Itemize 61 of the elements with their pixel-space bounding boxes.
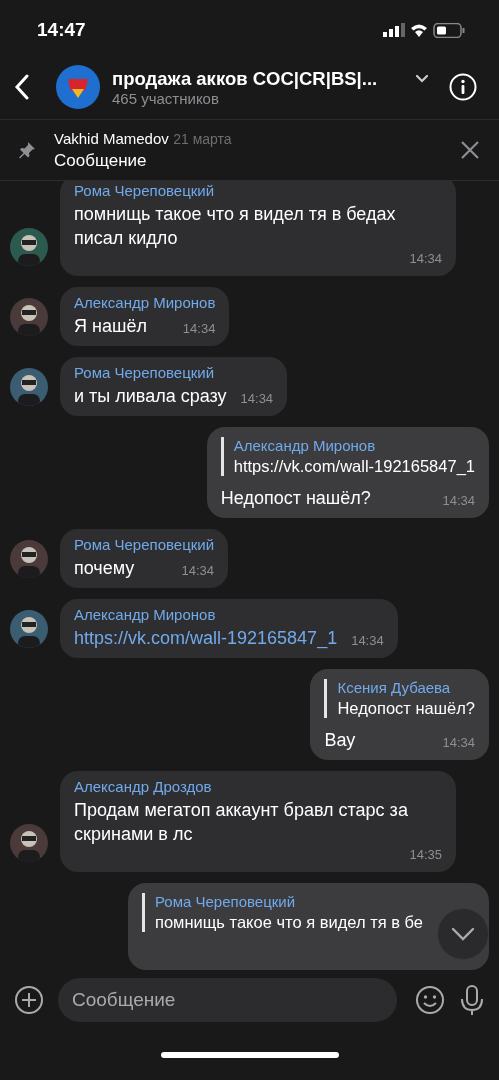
chevron-down-icon[interactable] xyxy=(415,74,429,83)
message-input[interactable]: Сообщение xyxy=(58,978,397,1022)
chevron-down-icon xyxy=(451,927,475,941)
member-count: 465 участников xyxy=(112,89,220,107)
message-bubble[interactable]: Рома Череповецкий почему 14:34 xyxy=(60,529,229,588)
message-bubble[interactable]: Рома Череповецкий помнищь такое что я видел тя в бедах писал кидло 14:34 xyxy=(60,181,456,276)
message-time: 14:34 xyxy=(180,562,215,580)
message-time: 14:34 xyxy=(441,492,475,510)
message-text: Я нашёл xyxy=(74,315,147,338)
close-icon[interactable] xyxy=(461,141,479,159)
pinned-date: 21 марта xyxy=(173,130,232,147)
emoji-icon[interactable] xyxy=(415,985,445,1015)
pinned-author: Vakhid Mamedov xyxy=(54,129,169,147)
signal-icon xyxy=(383,23,405,37)
battery-icon xyxy=(433,22,465,38)
message-bubble[interactable]: Александр Миронов https://vk.com/wall-192165847_1 14:34 xyxy=(60,599,398,658)
message-time: 14:34 xyxy=(239,390,274,408)
message-time: 14:34 xyxy=(181,320,216,338)
sender-name[interactable]: Александр Дроздов xyxy=(74,778,442,795)
message-bubble[interactable]: Александр Дроздов Продам мегатоп аккаунт бравл старс за скринами в лс 14:35 xyxy=(60,771,456,872)
sender-name[interactable]: Рома Череповецкий xyxy=(74,536,215,553)
sender-name[interactable]: Рома Череповецкий xyxy=(74,364,274,381)
message-time: 14:34 xyxy=(408,250,442,268)
chat-title[interactable]: продажа акков COC|CR|BS|... xyxy=(112,67,378,90)
sender-name[interactable]: Александр Миронов xyxy=(74,294,216,311)
message-text: и ты ливала сразу xyxy=(74,385,227,408)
message-bubble[interactable]: Ксения Дубаева Недопост нашёл? Вау 14:34 xyxy=(310,669,489,760)
info-icon[interactable] xyxy=(449,73,477,101)
message-bubble[interactable]: Рома Череповецкий и ты ливала сразу 14:34 xyxy=(60,357,288,416)
reply-quote[interactable]: Александр Миронов https://vk.com/wall-192165847_1 xyxy=(220,437,475,476)
message-bubble[interactable]: Александр Миронов https://vk.com/wall-192165847_1 Недопост нашёл? 14:34 xyxy=(206,427,489,518)
add-icon[interactable] xyxy=(14,985,44,1015)
message-bubble[interactable]: Александр Миронов Я нашёл 14:34 xyxy=(60,287,230,346)
message-time: 14:34 xyxy=(350,632,384,650)
status-time: 14:47 xyxy=(37,19,86,41)
reply-author: Александр Миронов xyxy=(233,437,377,454)
message-text: Продам мегатоп аккаунт бравл старс за скринами в лс xyxy=(74,799,409,846)
message-text: Недопост нашёл? xyxy=(220,487,371,510)
pinned-text: Сообщение xyxy=(54,150,148,171)
message-text: Вау xyxy=(324,729,356,752)
reply-quote[interactable]: Рома Череповецкий помнищь такое что я видел тя в бе xyxy=(142,893,423,932)
message-text: помнищь такое что я видел тя в бедах писал кидло xyxy=(74,203,397,250)
sender-name[interactable]: Александр Миронов xyxy=(74,606,384,623)
message-bubble[interactable]: Рома Череповецкий помнищь такое что я видел тя в бе xyxy=(128,883,489,970)
message-link[interactable]: https://vk.com/wall-192165847_1 xyxy=(74,626,338,650)
pin-icon xyxy=(18,141,36,159)
reply-text: Недопост нашёл? xyxy=(337,699,475,718)
message-text: почему xyxy=(74,557,135,580)
reply-quote[interactable]: Ксения Дубаева Недопост нашёл? xyxy=(324,679,475,718)
reply-text: https://vk.com/wall-192165847_1 xyxy=(233,457,475,476)
wifi-icon xyxy=(411,23,427,37)
microphone-icon[interactable] xyxy=(459,984,485,1016)
reply-author: Рома Череповецкий xyxy=(155,893,297,910)
back-icon[interactable] xyxy=(14,74,30,100)
reply-author: Ксения Дубаева xyxy=(337,679,452,696)
sender-name[interactable]: Рома Череповецкий xyxy=(74,182,442,199)
message-time: 14:34 xyxy=(441,734,475,752)
pinned-message[interactable]: Vakhid Mamedov 21 марта Сообщение xyxy=(0,119,499,181)
group-avatar-icon xyxy=(56,65,100,109)
reply-text: помнищь такое что я видел тя в бе xyxy=(155,913,423,932)
message-time: 14:35 xyxy=(408,846,442,864)
